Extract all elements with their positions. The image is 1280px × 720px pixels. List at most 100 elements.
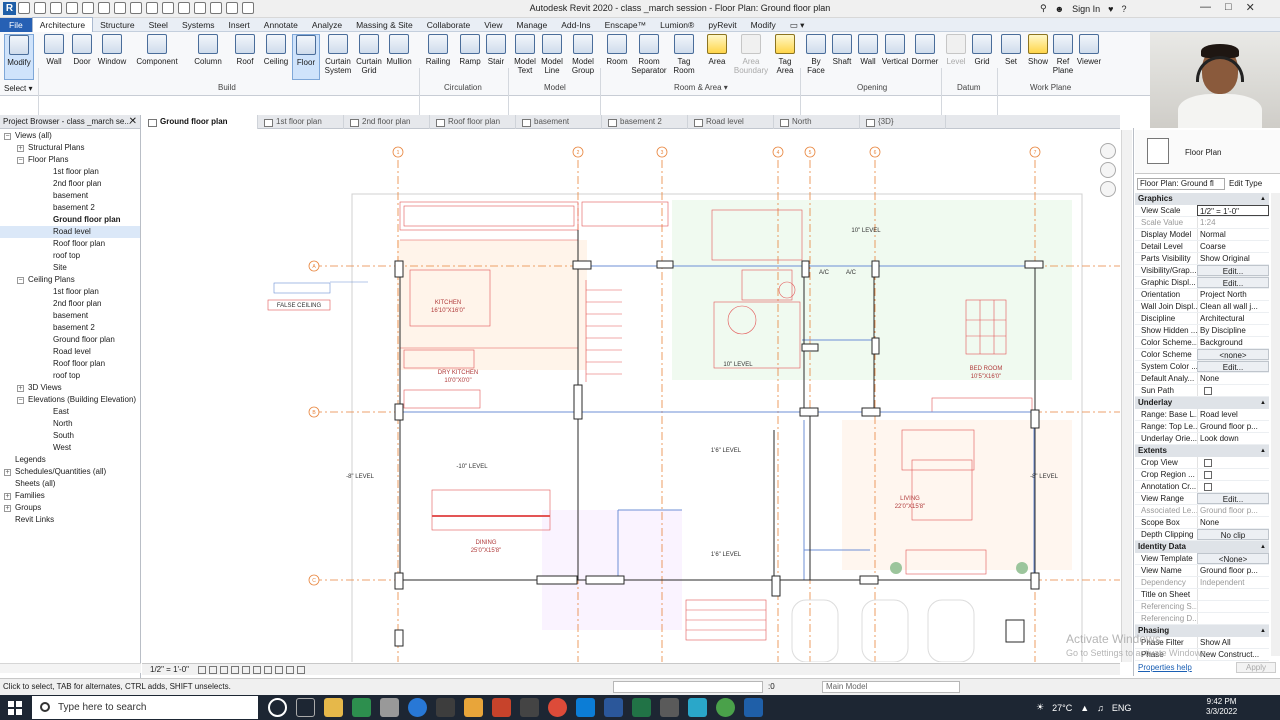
browser-item[interactable]: Sheets (all) bbox=[0, 478, 140, 490]
browser-item[interactable]: roof top bbox=[0, 250, 140, 262]
property-group-header[interactable]: Identity Data bbox=[1135, 541, 1269, 553]
workset-selector[interactable] bbox=[613, 681, 763, 693]
sign-in-link[interactable]: Sign In bbox=[1072, 4, 1100, 14]
thin-lines-icon[interactable] bbox=[210, 2, 222, 14]
app-icon[interactable] bbox=[464, 698, 483, 717]
property-value[interactable]: Look down bbox=[1197, 433, 1269, 444]
weather-icon[interactable]: ☀ bbox=[1036, 702, 1044, 713]
wall-opening-button[interactable]: Wall bbox=[856, 34, 880, 80]
property-value[interactable]: Coarse bbox=[1197, 241, 1269, 252]
window-button[interactable]: Window bbox=[96, 34, 128, 80]
browser-item[interactable]: + Groups bbox=[0, 502, 140, 514]
browser-item[interactable]: + Families bbox=[0, 490, 140, 502]
property-value[interactable]: None bbox=[1197, 517, 1269, 528]
ribbon-minimize-toggle[interactable]: ▭ ▾ bbox=[783, 18, 812, 32]
tab-basement[interactable]: basement bbox=[516, 115, 602, 129]
tab-modify[interactable]: Modify bbox=[744, 18, 783, 32]
property-value[interactable]: 1/2" = 1'-0" bbox=[1197, 205, 1269, 216]
browser-item[interactable]: Legends bbox=[0, 454, 140, 466]
tab-enscape[interactable]: Enscape™ bbox=[598, 18, 654, 32]
3d-view-icon[interactable] bbox=[178, 2, 190, 14]
component-button[interactable]: Component bbox=[134, 34, 180, 80]
property-value[interactable]: Project North bbox=[1197, 289, 1269, 300]
app-icon[interactable] bbox=[660, 698, 679, 717]
app-icon[interactable] bbox=[716, 698, 735, 717]
tab-file[interactable]: File bbox=[0, 17, 32, 32]
print-icon[interactable] bbox=[98, 2, 110, 14]
property-edit-button[interactable]: <none> bbox=[1197, 349, 1269, 360]
property-checkbox[interactable] bbox=[1204, 459, 1212, 467]
project-browser-scrollbar[interactable] bbox=[0, 663, 141, 673]
browser-item[interactable]: Site bbox=[0, 262, 140, 274]
redo-icon[interactable] bbox=[82, 2, 94, 14]
app-icon[interactable] bbox=[576, 698, 595, 717]
expand-icon[interactable]: + bbox=[17, 385, 24, 392]
tab-analyze[interactable]: Analyze bbox=[305, 18, 349, 32]
browser-item[interactable]: 2nd floor plan bbox=[0, 298, 140, 310]
property-value[interactable]: None bbox=[1197, 373, 1269, 384]
shaft-button[interactable]: Shaft bbox=[830, 34, 854, 80]
browser-item[interactable]: 1st floor plan bbox=[0, 286, 140, 298]
save-icon[interactable] bbox=[34, 2, 46, 14]
language-label[interactable]: ENG bbox=[1112, 703, 1132, 713]
tab-basement-2[interactable]: basement 2 bbox=[602, 115, 688, 129]
close-hidden-icon[interactable] bbox=[226, 2, 238, 14]
property-value[interactable] bbox=[1197, 481, 1269, 492]
show-button[interactable]: Show bbox=[1026, 34, 1050, 80]
expand-icon[interactable]: + bbox=[4, 505, 11, 512]
tab-collaborate[interactable]: Collaborate bbox=[420, 18, 477, 32]
property-value[interactable]: Ground floor p... bbox=[1197, 421, 1269, 432]
tab-2nd-floor-plan[interactable]: 2nd floor plan bbox=[344, 115, 430, 129]
ref-plane-button[interactable]: Ref Plane bbox=[1051, 34, 1075, 80]
browser-item[interactable]: roof top bbox=[0, 370, 140, 382]
dimension-icon[interactable] bbox=[130, 2, 142, 14]
browser-item[interactable]: − Ceiling Plans bbox=[0, 274, 140, 286]
task-view-icon[interactable] bbox=[296, 698, 315, 717]
property-edit-button[interactable]: Edit... bbox=[1197, 493, 1269, 504]
room-separator-button[interactable]: Room Separator bbox=[631, 34, 667, 80]
tab-insert[interactable]: Insert bbox=[222, 18, 257, 32]
browser-item[interactable]: basement bbox=[0, 310, 140, 322]
tab-3d[interactable]: {3D} bbox=[860, 115, 946, 129]
dormer-button[interactable]: Dormer bbox=[910, 34, 940, 80]
file-explorer-icon[interactable] bbox=[324, 698, 343, 717]
browser-item[interactable]: − Elevations (Building Elevation) bbox=[0, 394, 140, 406]
browser-item[interactable]: − Views (all) bbox=[0, 130, 140, 142]
property-checkbox[interactable] bbox=[1204, 387, 1212, 395]
taskbar-search[interactable]: Type here to search bbox=[32, 696, 258, 719]
level-button[interactable]: Level bbox=[944, 34, 968, 80]
property-value[interactable]: Architectural bbox=[1197, 313, 1269, 324]
zoom-icon[interactable] bbox=[1100, 162, 1116, 178]
network-icon[interactable]: ▲ bbox=[1080, 703, 1089, 713]
browser-item[interactable]: Ground floor plan bbox=[0, 214, 140, 226]
property-checkbox[interactable] bbox=[1204, 471, 1212, 479]
expand-icon[interactable]: + bbox=[17, 145, 24, 152]
grid-button[interactable]: Grid bbox=[970, 34, 994, 80]
tab-systems[interactable]: Systems bbox=[175, 18, 222, 32]
curtain-grid-button[interactable]: Curtain Grid bbox=[354, 34, 384, 80]
browser-item[interactable]: 1st floor plan bbox=[0, 166, 140, 178]
viewer-button[interactable]: Viewer bbox=[1077, 34, 1101, 80]
select-dropdown[interactable]: Select ▾ bbox=[4, 84, 32, 93]
room-button[interactable]: Room bbox=[604, 34, 630, 80]
stair-button[interactable]: Stair bbox=[484, 34, 508, 80]
cart-icon[interactable]: ♥ bbox=[1108, 4, 1113, 14]
property-value[interactable]: By Discipline bbox=[1197, 325, 1269, 336]
steering-wheel-icon[interactable] bbox=[1100, 143, 1116, 159]
maximize-icon[interactable]: □ bbox=[1225, 1, 1232, 14]
cortana-icon[interactable] bbox=[268, 698, 287, 717]
ceiling-button[interactable]: Ceiling bbox=[262, 34, 290, 80]
app-icon[interactable] bbox=[352, 698, 371, 717]
analytical-model-icon[interactable] bbox=[286, 666, 294, 674]
view-scale-selector[interactable]: 1/2" = 1'-0" bbox=[150, 665, 189, 674]
collapse-icon[interactable]: − bbox=[17, 157, 24, 164]
property-edit-button[interactable]: Edit... bbox=[1197, 265, 1269, 276]
tab-roof-floor-plan[interactable]: Roof floor plan bbox=[430, 115, 516, 129]
panel-room-area-label[interactable]: Room & Area ▾ bbox=[674, 83, 728, 92]
sync-icon[interactable] bbox=[50, 2, 62, 14]
measure-icon[interactable] bbox=[114, 2, 126, 14]
tab-annotate[interactable]: Annotate bbox=[257, 18, 305, 32]
property-value[interactable] bbox=[1197, 589, 1269, 600]
taskbar-clock[interactable]: 9:42 PM 3/3/2022 bbox=[1206, 697, 1237, 717]
collapse-icon[interactable]: − bbox=[17, 397, 24, 404]
